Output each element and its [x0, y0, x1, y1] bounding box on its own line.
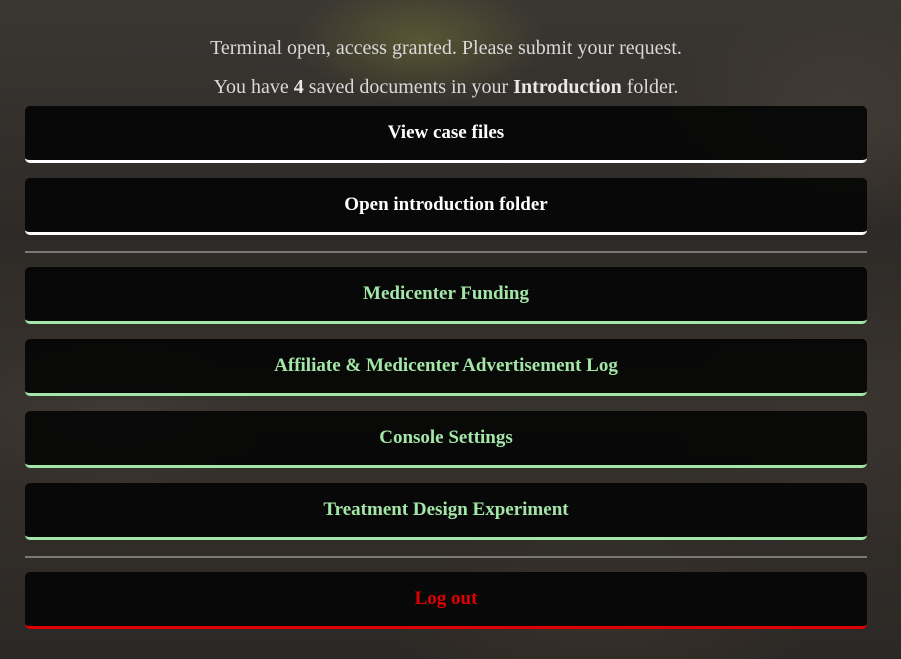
treatment-design-experiment-button[interactable]: Treatment Design Experiment — [25, 483, 867, 540]
medicenter-funding-button[interactable]: Medicenter Funding — [25, 267, 867, 324]
documents-summary-middle: saved documents in your — [303, 76, 514, 98]
section-divider — [25, 251, 867, 253]
access-message: Terminal open, access granted. Please su… — [210, 37, 682, 59]
console-settings-button[interactable]: Console Settings — [25, 411, 867, 468]
open-introduction-folder-button[interactable]: Open introduction folder — [25, 178, 867, 235]
view-case-files-button[interactable]: View case files — [25, 106, 867, 163]
advertisement-log-button[interactable]: Affiliate & Medicenter Advertisement Log — [25, 339, 867, 396]
terminal-panel: Terminal open, access granted. Please su… — [25, 0, 867, 629]
logout-button[interactable]: Log out — [25, 572, 867, 629]
document-count: 4 — [293, 76, 304, 98]
folder-name: Introduction — [513, 76, 622, 98]
documents-summary-prefix: You have — [213, 76, 294, 98]
documents-summary: You have 4 saved documents in your Intro… — [25, 75, 867, 99]
documents-summary-suffix: folder. — [621, 76, 679, 98]
section-divider — [25, 556, 867, 558]
